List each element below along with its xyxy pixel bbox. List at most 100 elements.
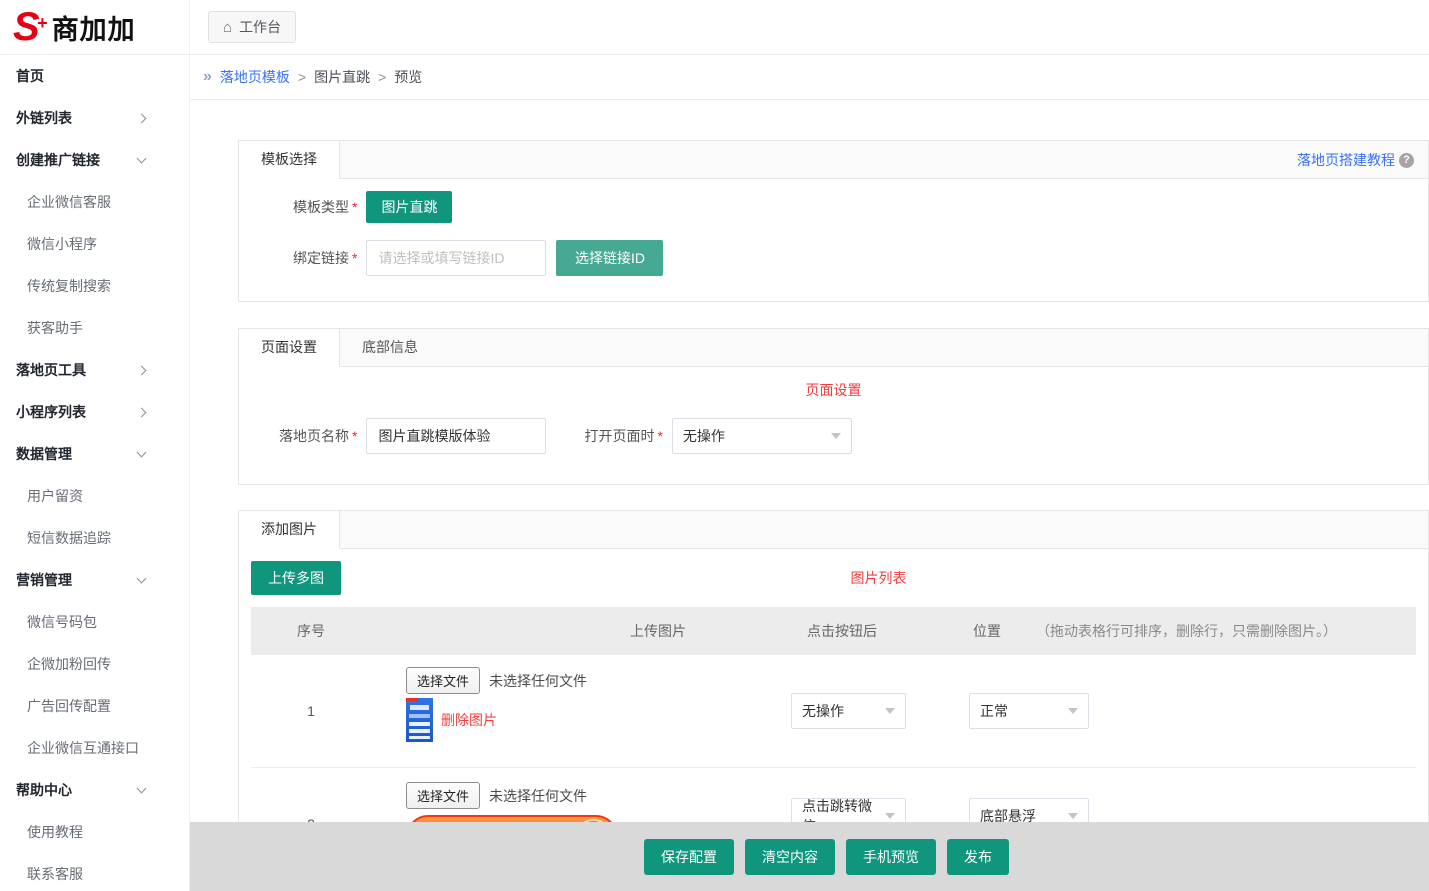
col-index: 序号 [251,607,371,655]
sidebar-item-landing-tools[interactable]: 落地页工具 [0,349,189,391]
chevron-down-icon [1068,708,1078,714]
mobile-preview-button[interactable]: 手机预览 [846,839,936,875]
page-settings-tabs: 页面设置 底部信息 [239,329,1428,367]
breadcrumb: » 落地页模板 > 图片直跳 > 预览 [190,55,1429,100]
tab-footer-info[interactable]: 底部信息 [340,329,440,367]
file-input: 选择文件 未选择任何文件 [406,782,682,809]
workbench-button[interactable]: ⌂ 工作台 [208,11,296,43]
sidebar-item-miniprogram-list[interactable]: 小程序列表 [0,391,189,433]
click-action-select[interactable]: 无操作 [791,693,906,729]
breadcrumb-image-jump: 图片直跳 [314,67,370,87]
page-name-row: 落地页名称 * 打开页面时 * 无操作 [239,418,1428,454]
chevron-down-icon [137,448,147,458]
template-type-label: 模板类型 [253,197,349,217]
col-note: （拖动表格行可排序，删除行，只需删除图片。） [1036,607,1337,655]
breadcrumb-landing-templates[interactable]: 落地页模板 [220,67,290,87]
row-position-cell: 正常 [969,693,1089,729]
sidebar-item-wechat-miniprogram[interactable]: 微信小程序 [0,223,189,265]
sidebar-item-wecom-fans-callback[interactable]: 企微加粉回传 [0,643,189,685]
chevron-down-icon [885,708,895,714]
workbench-label: 工作台 [239,17,281,37]
upload-row: 上传多图 图片列表 [251,561,1416,595]
sidebar-item-customer-assistant[interactable]: 获客助手 [0,307,189,349]
row-action-cell: 无操作 [791,693,906,729]
upload-multiple-button[interactable]: 上传多图 [251,561,341,595]
chevron-down-icon [137,154,147,164]
sidebar-item-marketing-management[interactable]: 营销管理 [0,559,189,601]
bind-link-row: 绑定链接 * 选择链接ID [239,240,1428,276]
tab-page-settings[interactable]: 页面设置 [239,329,340,367]
row-upload-cell: 选择文件 未选择任何文件 删除图片 [406,655,587,742]
table-row: 1 选择文件 未选择任何文件 删除图片 无操作 [251,655,1416,767]
brand-logo: S+ 商加加 [0,0,189,55]
open-action-label: 打开页面时 [572,426,654,446]
row-index: 1 [251,655,371,767]
tab-template-select[interactable]: 模板选择 [239,141,340,179]
chevron-down-icon [885,813,895,819]
main-content: 模板选择 落地页搭建教程 ? 模板类型 * 图片直跳 绑定链接 * 选择链接ID [190,100,1429,891]
sidebar-item-traditional-copy-search[interactable]: 传统复制搜索 [0,265,189,307]
template-card: 模板选择 落地页搭建教程 ? 模板类型 * 图片直跳 绑定链接 * 选择链接ID [238,140,1429,302]
breadcrumb-separator: > [378,69,386,85]
sidebar-item-create-promo-link[interactable]: 创建推广链接 [0,139,189,181]
top-bar: ⌂ 工作台 [190,0,1429,55]
page-settings-card: 页面设置 底部信息 页面设置 落地页名称 * 打开页面时 * 无操作 [238,328,1429,485]
sidebar-item-home[interactable]: 首页 [0,55,189,97]
col-position: 位置 [973,607,1001,655]
save-config-button[interactable]: 保存配置 [644,839,734,875]
page-name-input[interactable] [366,418,546,454]
tab-add-images[interactable]: 添加图片 [239,511,340,549]
image-thumbnail [406,698,433,742]
image-table-header: 序号 上传图片 点击按钮后 位置 （拖动表格行可排序，删除行，只需删除图片。） [251,607,1416,655]
sidebar-item-wecom-interop-api[interactable]: 企业微信互通接口 [0,727,189,769]
required-mark: * [352,199,357,215]
publish-button[interactable]: 发布 [947,839,1009,875]
sidebar-item-contact-support[interactable]: 联系客服 [0,853,189,891]
file-empty-text: 未选择任何文件 [489,671,587,691]
open-action-select[interactable]: 无操作 [672,418,852,454]
sidebar-item-sms-tracking[interactable]: 短信数据追踪 [0,517,189,559]
sidebar-item-external-links[interactable]: 外链列表 [0,97,189,139]
footer-action-bar: 保存配置 清空内容 手机预览 发布 [190,822,1429,891]
chevron-right-icon [137,407,147,417]
page-settings-section-title: 页面设置 [239,380,1428,400]
image-preview-line: 删除图片 [406,698,587,742]
brand-logo-icon: S+ [13,7,40,47]
image-list-title: 图片列表 [341,568,1416,588]
required-mark: * [352,428,357,444]
chevron-down-icon [831,433,841,439]
template-type-row: 模板类型 * 图片直跳 [239,191,1428,223]
select-link-id-button[interactable]: 选择链接ID [556,240,663,276]
chevron-right-icon [137,113,147,123]
sidebar-item-wecom-service[interactable]: 企业微信客服 [0,181,189,223]
breadcrumb-separator: > [298,69,306,85]
clear-content-button[interactable]: 清空内容 [745,839,835,875]
breadcrumb-collapse-icon[interactable]: » [203,68,212,86]
file-empty-text: 未选择任何文件 [489,786,587,806]
choose-file-button[interactable]: 选择文件 [406,667,480,694]
delete-image-link[interactable]: 删除图片 [441,710,497,730]
app-window: S+ 商加加 首页 外链列表 创建推广链接 企业微信客服 微信小程序 传统复制搜… [0,0,1429,891]
required-mark: * [657,428,662,444]
col-action: 点击按钮后 [742,607,942,655]
sidebar-item-data-management[interactable]: 数据管理 [0,433,189,475]
chevron-down-icon [137,574,147,584]
bind-link-label: 绑定链接 [253,248,349,268]
chevron-right-icon [137,365,147,375]
sidebar-item-user-leads[interactable]: 用户留资 [0,475,189,517]
choose-file-button[interactable]: 选择文件 [406,782,480,809]
position-select[interactable]: 正常 [969,693,1089,729]
chevron-down-icon [137,784,147,794]
sidebar-item-help-center[interactable]: 帮助中心 [0,769,189,811]
add-images-tabs: 添加图片 [239,511,1428,549]
home-icon: ⌂ [223,19,232,36]
link-id-input[interactable] [366,240,546,276]
template-type-button[interactable]: 图片直跳 [366,191,452,223]
sidebar-item-ad-callback-config[interactable]: 广告回传配置 [0,685,189,727]
brand-name: 商加加 [52,8,136,47]
sidebar-menu: 首页 外链列表 创建推广链接 企业微信客服 微信小程序 传统复制搜索 获客助手 … [0,55,189,891]
file-input: 选择文件 未选择任何文件 [406,667,587,694]
sidebar-item-tutorial[interactable]: 使用教程 [0,811,189,853]
tutorial-link[interactable]: 落地页搭建教程 ? [1297,141,1414,179]
sidebar-item-wechat-number-pack[interactable]: 微信号码包 [0,601,189,643]
